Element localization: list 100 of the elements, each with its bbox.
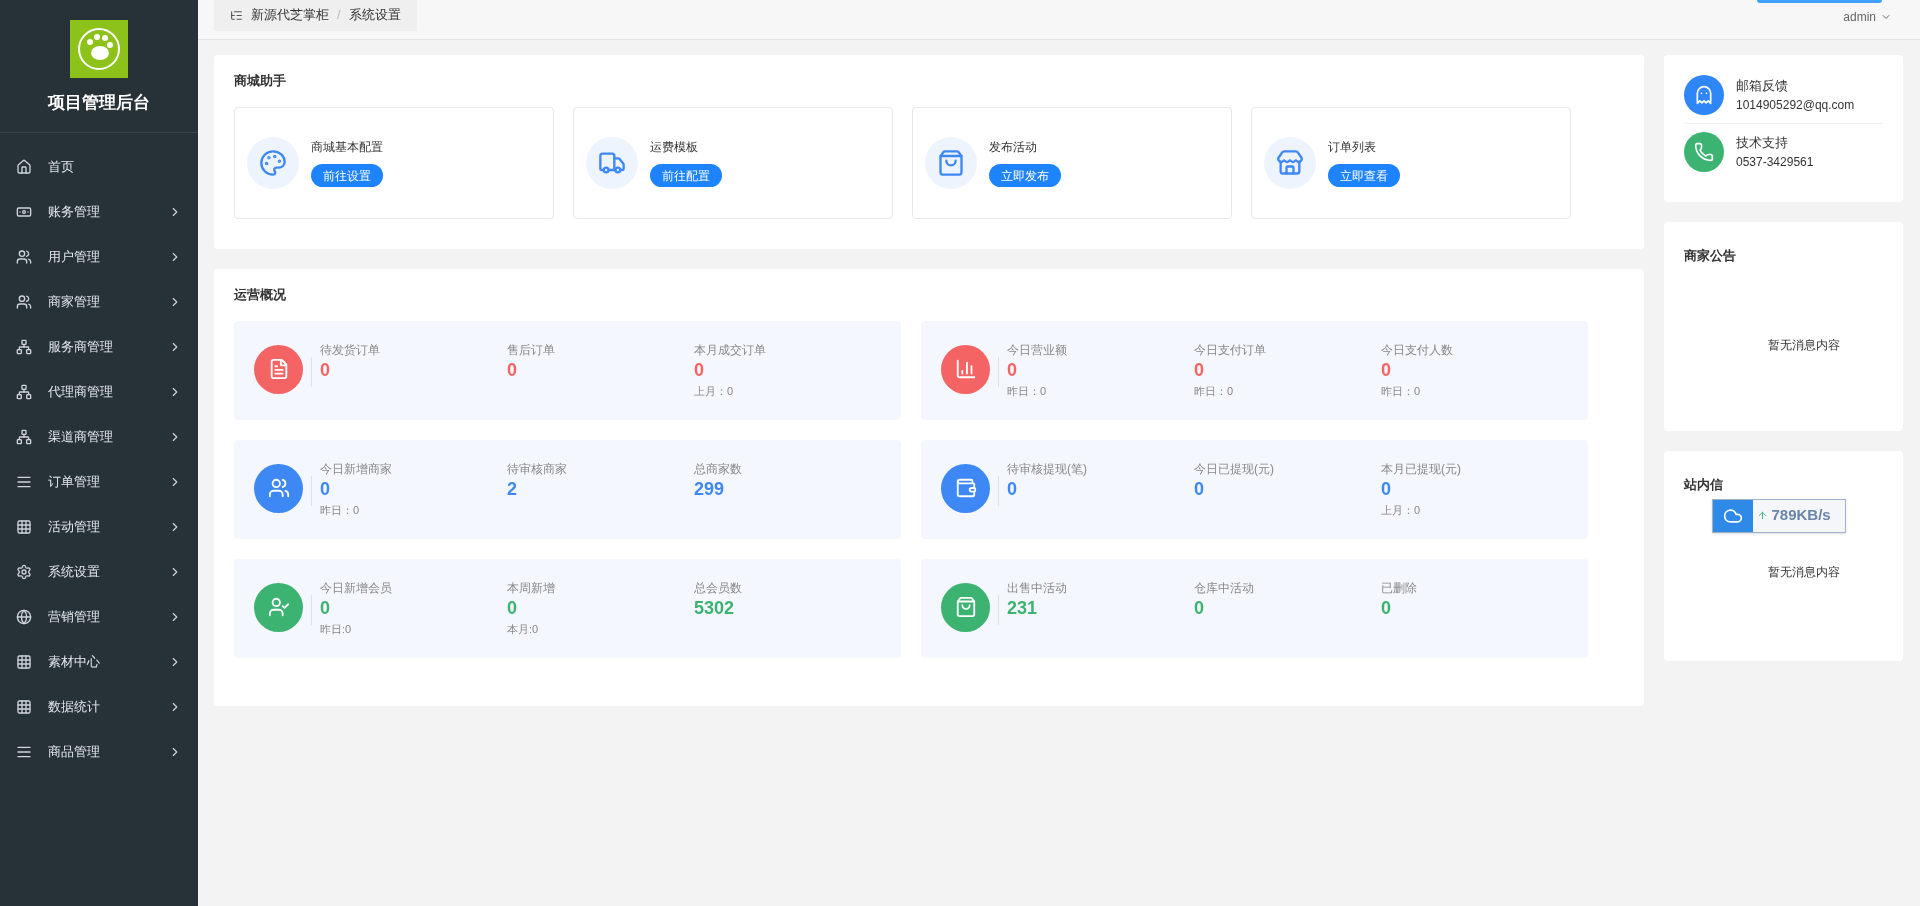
shortcut-button[interactable]: 立即查看 xyxy=(1328,164,1400,187)
stat-label: 今日支付订单 xyxy=(1194,341,1267,359)
speed-reading: 789KB/s xyxy=(1771,505,1831,526)
breadcrumb-separator: / xyxy=(337,6,341,25)
stat-value: 0 xyxy=(320,477,331,500)
sidebar-item[interactable]: 账务管理 xyxy=(0,189,198,235)
people-icon xyxy=(267,477,290,499)
empty-message: 暂无消息内容 xyxy=(1767,336,1840,354)
bag-icon xyxy=(937,148,965,177)
stat-sub: 上月：0 xyxy=(694,383,735,399)
sidebar-item[interactable]: 数据统计 xyxy=(0,684,198,730)
contact-detail: 0537-3429561 xyxy=(1736,153,1814,171)
sidebar-item[interactable]: 活动管理 xyxy=(0,504,198,550)
contact-title: 邮箱反馈 xyxy=(1736,77,1789,96)
home-icon xyxy=(16,159,32,175)
people-icon xyxy=(16,249,32,265)
stat-label: 总会员数 xyxy=(694,579,743,597)
shortcut-title: 商城基本配置 xyxy=(311,139,383,156)
stat-label: 出售中活动 xyxy=(1007,579,1068,597)
contact-detail: 1014905292@qq.com xyxy=(1736,96,1855,114)
stat-value: 299 xyxy=(694,477,726,500)
stat-value: 0 xyxy=(1194,596,1205,619)
sidebar-item[interactable]: 素材中心 xyxy=(0,639,198,685)
stat-value: 0 xyxy=(1007,358,1018,381)
sidebar-item[interactable]: 首页 xyxy=(0,144,198,190)
people-icon xyxy=(16,294,32,310)
shortcut-button[interactable]: 前往设置 xyxy=(311,164,383,187)
paw-logo-icon xyxy=(70,20,128,78)
grid-icon xyxy=(16,654,32,670)
shortcut-title: 订单列表 xyxy=(1328,139,1377,156)
section-title: 运营概况 xyxy=(234,286,287,304)
contact-title: 技术支持 xyxy=(1736,134,1789,153)
user-menu[interactable]: admin xyxy=(1843,7,1892,26)
grid-icon xyxy=(16,519,32,535)
bag-icon xyxy=(954,596,977,618)
stat-label: 总商家数 xyxy=(694,460,743,478)
breadcrumb-link[interactable]: 系统设置 xyxy=(348,5,401,25)
stat-sub: 昨日：0 xyxy=(1007,383,1048,399)
stat-label: 今日已提现(元) xyxy=(1194,460,1275,478)
stat-value: 0 xyxy=(1194,358,1205,381)
stat-value: 0 xyxy=(1381,596,1392,619)
sidebar-item[interactable]: 商家管理 xyxy=(0,279,198,325)
sidebar-item[interactable]: 用户管理 xyxy=(0,234,198,280)
wallet-icon xyxy=(954,477,977,499)
settings-icon xyxy=(16,564,32,580)
stat-value: 0 xyxy=(694,358,705,381)
stat-label: 本月成交订单 xyxy=(694,341,767,359)
stat-label: 售后订单 xyxy=(507,341,556,359)
breadcrumb-link[interactable]: 新源代芝掌柜 xyxy=(251,5,329,25)
globe-icon xyxy=(16,609,32,625)
stat-sub: 昨日:0 xyxy=(320,621,353,637)
stat-label: 今日营业额 xyxy=(1007,341,1068,359)
shortcut-title: 发布活动 xyxy=(989,139,1038,156)
stat-label: 本月已提现(元) xyxy=(1381,460,1462,478)
stat-sub: 昨日：0 xyxy=(320,502,361,518)
shortcut-button[interactable]: 前往配置 xyxy=(650,164,722,187)
sidebar-item[interactable]: 商品管理 xyxy=(0,729,198,775)
store-icon xyxy=(1276,148,1304,177)
network-icon xyxy=(16,339,32,355)
stat-label: 今日新增会员 xyxy=(320,579,393,597)
section-title: 商家公告 xyxy=(1684,247,1737,265)
user-check-icon xyxy=(267,596,290,618)
sidebar-item[interactable]: 代理商管理 xyxy=(0,369,198,415)
list-icon xyxy=(16,474,32,490)
stat-value: 0 xyxy=(507,358,518,381)
bar-chart-icon xyxy=(954,358,977,380)
section-title: 商城助手 xyxy=(234,72,287,90)
stat-sub: 上月：0 xyxy=(1381,502,1422,518)
sidebar-item[interactable]: 系统设置 xyxy=(0,549,198,595)
stat-sub: 本月:0 xyxy=(507,621,540,637)
stat-value: 2 xyxy=(507,477,518,500)
stat-label: 今日支付人数 xyxy=(1381,341,1454,359)
stat-value: 231 xyxy=(1007,596,1039,619)
stat-value: 0 xyxy=(1381,477,1392,500)
palette-icon xyxy=(259,148,287,177)
stat-sub: 昨日：0 xyxy=(1194,383,1235,399)
network-icon xyxy=(16,429,32,445)
stat-label: 待审核提现(笔) xyxy=(1007,460,1088,478)
sidebar-item[interactable]: 订单管理 xyxy=(0,459,198,505)
stat-value: 0 xyxy=(1381,358,1392,381)
stat-value: 0 xyxy=(320,358,331,381)
stat-label: 已删除 xyxy=(1381,579,1418,597)
stat-label: 待审核商家 xyxy=(507,460,568,478)
app-title: 项目管理后台 xyxy=(48,92,150,114)
header-button-edge[interactable] xyxy=(1757,0,1882,3)
sidebar-item[interactable]: 渠道商管理 xyxy=(0,414,198,460)
sidebar-item[interactable]: 服务商管理 xyxy=(0,324,198,370)
stat-value: 0 xyxy=(507,596,518,619)
stat-label: 仓库中活动 xyxy=(1194,579,1255,597)
sidebar-item[interactable]: 营销管理 xyxy=(0,594,198,640)
stat-label: 本周新增 xyxy=(507,579,556,597)
list-icon xyxy=(16,744,32,760)
shortcut-title: 运费模板 xyxy=(650,139,699,156)
stat-label: 待发货订单 xyxy=(320,341,381,359)
shortcut-button[interactable]: 立即发布 xyxy=(989,164,1061,187)
stat-value: 0 xyxy=(320,596,331,619)
arrow-icon xyxy=(1756,510,1768,521)
stat-sub: 昨日：0 xyxy=(1381,383,1422,399)
section-title: 站内信 xyxy=(1684,476,1724,494)
network-icon xyxy=(16,384,32,400)
